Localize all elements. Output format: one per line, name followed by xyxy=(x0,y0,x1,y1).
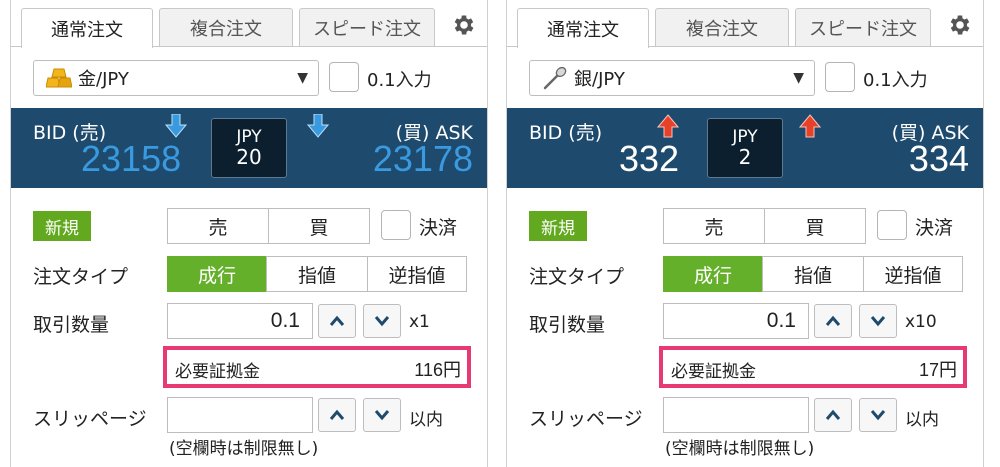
ask-price[interactable]: 23178 xyxy=(373,138,473,180)
slippage-input[interactable] xyxy=(167,397,313,433)
order-type-label: 注文タイプ xyxy=(33,266,129,288)
buy-button[interactable]: 買 xyxy=(764,208,866,244)
required-margin-label: 必要証拠金 xyxy=(671,362,756,382)
gear-icon[interactable] xyxy=(451,12,477,38)
arrow-down-icon xyxy=(165,114,187,138)
quantity-up-button[interactable] xyxy=(318,304,356,338)
order-panel-silver: 通常注文 複合注文 スピード注文 銀/JPY ▼ 0.1入力 BID (売) 3… xyxy=(506,0,984,467)
tab-speed-order[interactable]: スピード注文 xyxy=(299,8,435,46)
point-one-input-label: 0.1入力 xyxy=(863,70,928,91)
chevron-up-icon xyxy=(825,409,841,420)
order-type-limit-button[interactable]: 指値 xyxy=(266,256,368,292)
symbol-label: 銀/JPY xyxy=(574,69,625,90)
chevron-down-icon: ▼ xyxy=(793,70,804,86)
spread-currency: JPY xyxy=(732,126,758,147)
quantity-input[interactable]: 0.1 xyxy=(167,303,313,339)
slippage-label: スリッページ xyxy=(529,408,643,430)
bid-label: BID (売) xyxy=(529,122,603,144)
spread-value: 2 xyxy=(738,145,752,170)
tab-normal-order[interactable]: 通常注文 xyxy=(517,8,649,48)
quantity-label: 取引数量 xyxy=(529,314,606,336)
quantity-label: 取引数量 xyxy=(33,314,110,336)
order-type-market-button[interactable]: 成行 xyxy=(663,256,763,292)
sell-button[interactable]: 売 xyxy=(167,208,269,244)
settle-label: 決済 xyxy=(915,217,954,239)
bid-price[interactable]: 23158 xyxy=(81,138,181,180)
required-margin-label: 必要証拠金 xyxy=(175,362,260,382)
chevron-down-icon: ▼ xyxy=(297,70,308,86)
arrow-down-icon xyxy=(307,114,329,138)
arrow-up-icon xyxy=(657,114,679,138)
arrow-up-icon xyxy=(799,114,821,138)
bid-price[interactable]: 332 xyxy=(619,138,679,180)
slippage-up-button[interactable] xyxy=(318,398,356,432)
chevron-up-icon xyxy=(329,409,345,420)
chevron-down-icon xyxy=(374,316,390,327)
slippage-note: (空欄時は制限無し) xyxy=(665,439,815,459)
new-badge: 新規 xyxy=(33,211,91,241)
slippage-down-button[interactable] xyxy=(859,398,897,432)
required-margin-value: 17円 xyxy=(918,360,957,380)
gear-icon[interactable] xyxy=(947,12,973,38)
order-type-market-button[interactable]: 成行 xyxy=(167,256,267,292)
settle-checkbox[interactable] xyxy=(877,210,907,240)
sell-button[interactable]: 売 xyxy=(663,208,765,244)
chevron-down-icon xyxy=(374,410,390,421)
tab-speed-order[interactable]: スピード注文 xyxy=(795,8,931,46)
chevron-up-icon xyxy=(329,315,345,326)
quantity-down-button[interactable] xyxy=(363,304,401,338)
required-margin-box: 必要証拠金 17円 xyxy=(659,346,967,388)
new-badge: 新規 xyxy=(529,211,587,241)
tab-complex-order[interactable]: 複合注文 xyxy=(655,8,789,46)
settle-checkbox[interactable] xyxy=(381,210,411,240)
slippage-within-label: 以内 xyxy=(409,410,443,430)
symbol-select[interactable]: 銀/JPY ▼ xyxy=(529,60,815,96)
point-one-input-label: 0.1入力 xyxy=(367,70,432,91)
buy-button[interactable]: 買 xyxy=(268,208,370,244)
slippage-up-button[interactable] xyxy=(814,398,852,432)
settle-label: 決済 xyxy=(419,217,458,239)
point-one-input-checkbox[interactable] xyxy=(825,62,855,92)
required-margin-box: 必要証拠金 116円 xyxy=(163,346,471,388)
ask-price[interactable]: 334 xyxy=(909,138,969,180)
spread-box: JPY 2 xyxy=(707,118,783,178)
tab-complex-order[interactable]: 複合注文 xyxy=(159,8,293,46)
slippage-label: スリッページ xyxy=(33,408,147,430)
quantity-down-button[interactable] xyxy=(859,304,897,338)
quantity-input[interactable]: 0.1 xyxy=(663,303,809,339)
tab-normal-order[interactable]: 通常注文 xyxy=(21,8,153,48)
silver-spoon-icon xyxy=(543,66,567,90)
chevron-down-icon xyxy=(870,410,886,421)
quantity-multiplier: x1 xyxy=(409,312,430,332)
quantity-multiplier: x10 xyxy=(905,312,937,332)
order-type-label: 注文タイプ xyxy=(529,266,625,288)
slippage-within-label: 以内 xyxy=(905,410,939,430)
slippage-down-button[interactable] xyxy=(363,398,401,432)
quote-bar: BID (売) 332 JPY 2 (買) ASK 334 xyxy=(507,108,983,188)
spread-currency: JPY xyxy=(236,126,262,147)
order-type-stop-button[interactable]: 逆指値 xyxy=(367,256,467,292)
order-type-limit-button[interactable]: 指値 xyxy=(762,256,864,292)
gold-bar-icon xyxy=(46,68,72,88)
slippage-note: (空欄時は制限無し) xyxy=(169,439,319,459)
required-margin-value: 116円 xyxy=(414,360,461,380)
order-type-stop-button[interactable]: 逆指値 xyxy=(863,256,963,292)
quote-bar: BID (売) 23158 JPY 20 (買) ASK 23178 xyxy=(11,108,487,188)
symbol-select[interactable]: 金/JPY ▼ xyxy=(33,60,319,96)
slippage-input[interactable] xyxy=(663,397,809,433)
quantity-up-button[interactable] xyxy=(814,304,852,338)
chevron-up-icon xyxy=(825,315,841,326)
order-panel-gold: 通常注文 複合注文 スピード注文 金/JPY ▼ 0.1入力 BID (売) 2… xyxy=(10,0,488,467)
spread-value: 20 xyxy=(236,145,262,170)
spread-box: JPY 20 xyxy=(211,118,287,178)
chevron-down-icon xyxy=(870,316,886,327)
symbol-label: 金/JPY xyxy=(78,69,129,90)
point-one-input-checkbox[interactable] xyxy=(329,62,359,92)
